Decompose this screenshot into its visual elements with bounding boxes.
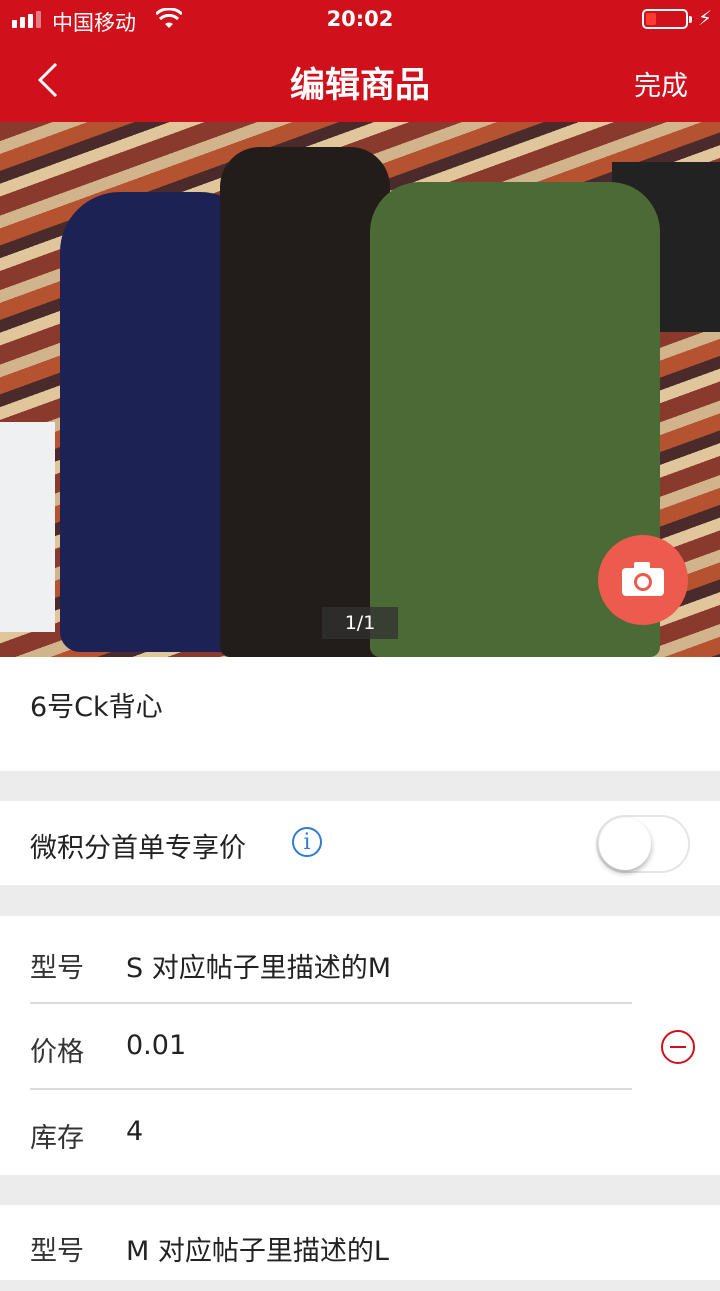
- stock-value[interactable]: 4: [126, 1116, 143, 1147]
- price-value[interactable]: 0.01: [126, 1030, 186, 1061]
- price-row[interactable]: 价格 0.01: [30, 1002, 630, 1088]
- charging-icon: ⚡: [698, 6, 713, 30]
- done-button[interactable]: 完成: [634, 64, 688, 103]
- top-bar: 中国移动 20:02 ⚡ 编辑商品 完成: [0, 0, 720, 122]
- page-title: 编辑商品: [289, 66, 430, 106]
- model-row[interactable]: 型号 M 对应帖子里描述的L: [30, 1205, 630, 1291]
- promo-price-row: 微积分首单专享价 i: [0, 801, 720, 885]
- model-label: 型号: [30, 953, 84, 984]
- model-value[interactable]: M 对应帖子里描述的L: [126, 1229, 389, 1268]
- price-label: 价格: [30, 1037, 84, 1068]
- camera-button[interactable]: [598, 535, 688, 625]
- remove-variant-icon[interactable]: [661, 1030, 695, 1064]
- toggle-knob: [599, 818, 651, 870]
- product-photo[interactable]: 1/1: [0, 122, 720, 657]
- model-row[interactable]: 型号 S 对应帖子里描述的M: [30, 918, 630, 1004]
- stock-label: 库存: [30, 1123, 84, 1154]
- product-name[interactable]: 6号Ck背心: [30, 685, 163, 724]
- product-name-row[interactable]: 6号Ck背心: [0, 657, 720, 771]
- model-label: 型号: [30, 1236, 84, 1267]
- promo-price-label: 微积分首单专享价: [30, 833, 246, 864]
- nav-bar: 编辑商品 完成: [0, 40, 720, 122]
- battery-icon: [642, 9, 692, 29]
- stock-row[interactable]: 库存 4: [30, 1088, 630, 1174]
- variant-card: 型号 S 对应帖子里描述的M 价格 0.01 库存 4: [0, 916, 720, 1175]
- camera-icon: [622, 562, 664, 596]
- photo-counter: 1/1: [322, 607, 398, 639]
- variant-card: 型号 M 对应帖子里描述的L: [0, 1205, 720, 1280]
- promo-price-toggle[interactable]: [596, 815, 690, 873]
- info-icon[interactable]: i: [292, 827, 322, 857]
- status-time: 20:02: [326, 7, 394, 31]
- status-bar: 中国移动 20:02 ⚡: [0, 0, 720, 40]
- model-value[interactable]: S 对应帖子里描述的M: [126, 946, 391, 985]
